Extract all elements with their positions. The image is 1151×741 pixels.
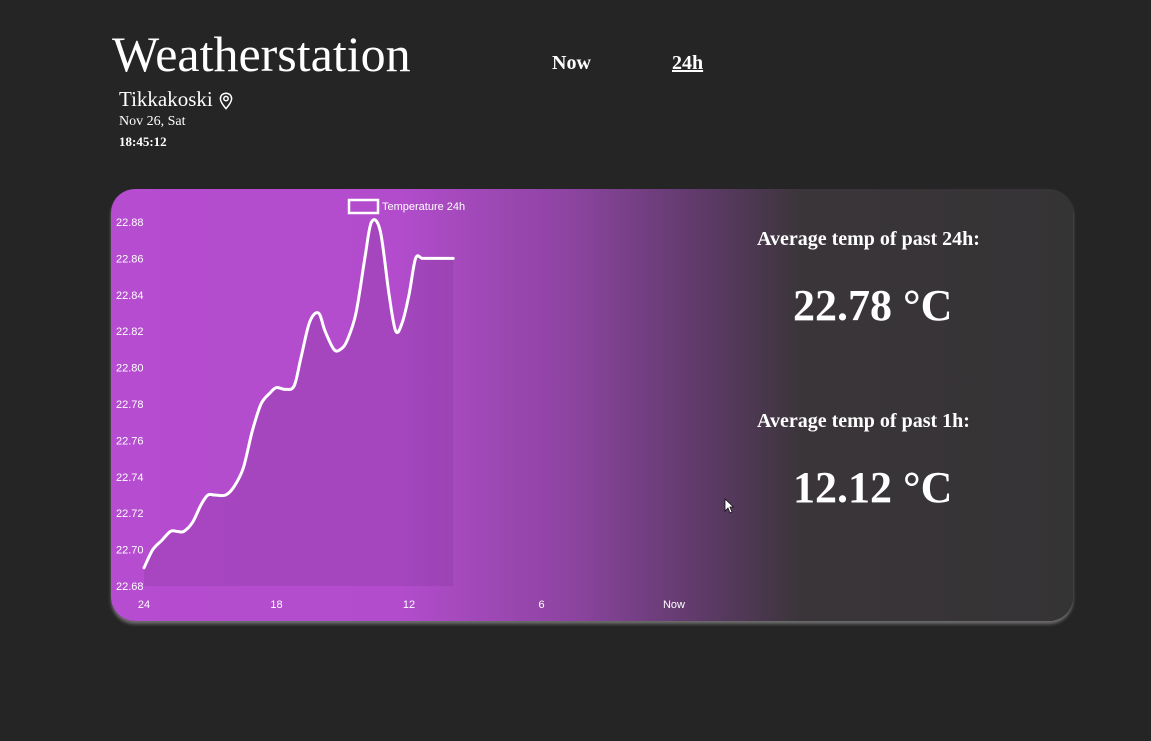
data-point[interactable] [175, 529, 179, 533]
data-point[interactable] [400, 320, 404, 324]
x-tick-label: 18 [270, 599, 282, 611]
map-pin-icon [219, 90, 233, 110]
y-tick-label: 22.82 [116, 326, 144, 338]
data-point[interactable] [241, 466, 245, 470]
data-point[interactable] [394, 329, 398, 333]
data-point[interactable] [224, 493, 228, 497]
y-tick-label: 22.72 [116, 508, 144, 520]
weather-card: Temperature 24h 22.88 22.86 22.84 22.82 22.8… [111, 189, 1073, 621]
avg-24h-label: Average temp of past 24h: [757, 228, 980, 250]
data-point[interactable] [182, 529, 186, 533]
data-point[interactable] [363, 256, 367, 260]
y-tick-label: 22.86 [116, 253, 144, 265]
x-tick-label: 6 [538, 599, 544, 611]
y-tick-label: 22.88 [116, 217, 144, 229]
data-point[interactable] [199, 502, 203, 506]
data-point[interactable] [268, 391, 272, 395]
avg-1h-label: Average temp of past 1h: [757, 410, 970, 432]
data-point[interactable] [317, 311, 321, 315]
y-tick-label: 22.80 [116, 363, 144, 375]
data-point[interactable] [259, 402, 263, 406]
data-point[interactable] [429, 256, 433, 260]
data-point[interactable] [332, 347, 336, 351]
data-point[interactable] [451, 256, 455, 260]
temperature-chart: Temperature 24h 22.88 22.86 22.84 22.82 22.8… [116, 198, 685, 611]
data-point[interactable] [308, 320, 312, 324]
x-tick-label: 24 [138, 599, 150, 611]
data-point[interactable] [169, 529, 173, 533]
data-point[interactable] [323, 329, 327, 333]
data-point[interactable] [160, 539, 164, 543]
y-tick-label: 22.70 [116, 545, 144, 557]
data-point[interactable] [206, 493, 210, 497]
data-point[interactable] [414, 256, 418, 260]
data-point[interactable] [283, 387, 287, 391]
y-tick-label: 22.74 [116, 472, 144, 484]
data-point[interactable] [378, 229, 382, 233]
data-point[interactable] [407, 293, 411, 297]
avg-1h-value: 12.12 °C [793, 463, 953, 512]
y-tick-label: 22.78 [116, 399, 144, 411]
data-point[interactable] [275, 386, 279, 390]
x-tick-label: Now [663, 599, 685, 611]
data-point[interactable] [345, 338, 349, 342]
data-point[interactable] [370, 220, 374, 224]
data-point[interactable] [191, 520, 195, 524]
data-point[interactable] [420, 256, 424, 260]
nav-24h-link[interactable]: 24h [672, 50, 703, 76]
y-tick-label: 22.76 [116, 435, 144, 447]
y-tick-label: 22.68 [116, 581, 144, 593]
data-point[interactable] [151, 548, 155, 552]
data-point[interactable] [233, 484, 237, 488]
location: Tikkakoski [119, 86, 233, 112]
data-point[interactable] [142, 566, 146, 570]
avg-24h-value: 22.78 °C [793, 281, 953, 330]
page-title: Weatherstation [112, 26, 411, 82]
y-tick-label: 22.84 [116, 290, 144, 302]
x-tick-label: 12 [403, 599, 415, 611]
data-point[interactable] [339, 347, 343, 351]
data-point[interactable] [250, 429, 254, 433]
data-point[interactable] [299, 357, 303, 361]
data-point[interactable] [442, 256, 446, 260]
legend-swatch[interactable] [347, 198, 380, 215]
current-time: 18:45:12 [119, 134, 167, 149]
current-date: Nov 26, Sat [119, 114, 186, 129]
data-point[interactable] [387, 293, 391, 297]
data-point[interactable] [436, 256, 440, 260]
nav-now-link[interactable]: Now [552, 50, 591, 76]
data-point[interactable] [292, 384, 296, 388]
mouse-cursor-icon [724, 498, 735, 514]
location-name: Tikkakoski [119, 87, 213, 111]
temperature-area [144, 219, 454, 586]
legend-label: Temperature 24h [382, 201, 465, 213]
data-point[interactable] [354, 311, 358, 315]
data-point[interactable] [213, 493, 217, 497]
